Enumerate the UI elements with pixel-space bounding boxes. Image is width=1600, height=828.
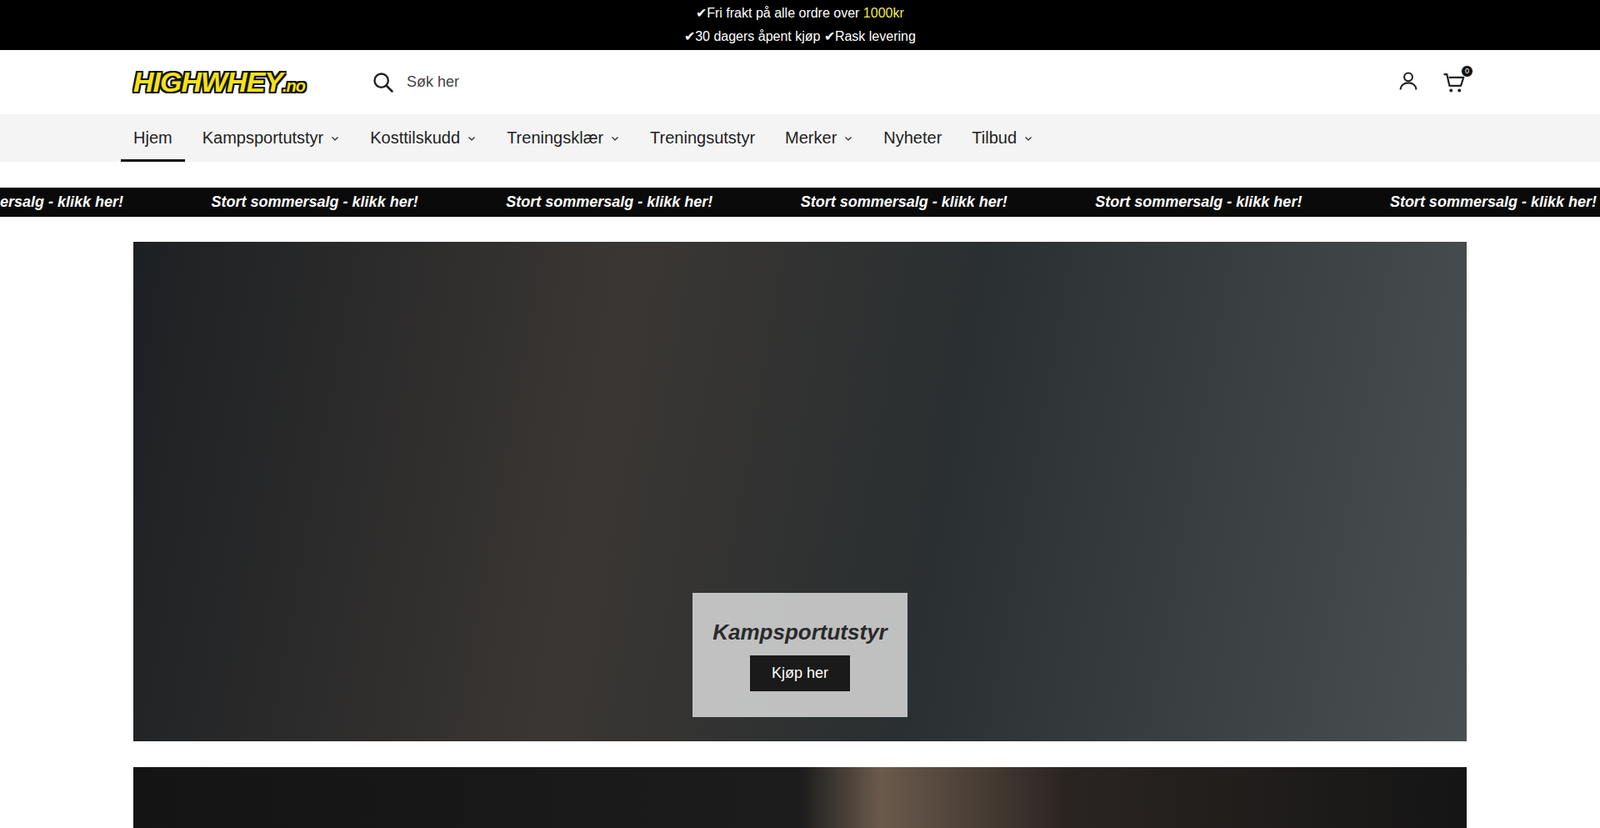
nav-kind	[330, 133, 340, 144]
nav-kind	[610, 133, 620, 144]
cart-button[interactable]: 0	[1441, 70, 1467, 95]
chevron-down-icon	[466, 133, 477, 144]
logo-suffix: .no	[282, 76, 305, 95]
nav-item[interactable]: Kampsportutstyr	[190, 114, 354, 162]
hero-caption: Kampsportutstyr Kjøp her	[692, 592, 908, 717]
nav-item[interactable]: Nyheter	[870, 114, 955, 162]
cart-count-badge: 0	[1460, 65, 1474, 78]
hero-banner: Kampsportutstyr Kjøp her	[133, 241, 1467, 741]
second-banner	[133, 766, 1467, 828]
search-icon	[371, 70, 395, 95]
nav-label: Tilbud	[971, 128, 1017, 148]
chevron-down-icon	[843, 133, 854, 144]
nav-kind	[1023, 133, 1034, 144]
nav-kind	[466, 133, 477, 144]
nav-item[interactable]: Kosttilskudd	[357, 114, 490, 162]
marquee-item[interactable]: ersalg - klikk her!	[0, 193, 124, 211]
nav-item[interactable]: Tilbud	[959, 114, 1046, 162]
marquee-item[interactable]: Stort sommersalg - klikk her!	[211, 193, 419, 211]
chevron-down-icon	[1023, 133, 1034, 144]
marquee-item[interactable]: Stort sommersalg - klikk her!	[1390, 193, 1597, 211]
announcement-line: ✔Fri frakt på alle ordre over 1000kr	[695, 1, 905, 25]
logo[interactable]: HIGHWHEY.no	[133, 65, 342, 99]
promo-marquee[interactable]: ersalg - klikk her! Stort sommersalg - kl…	[0, 187, 1600, 217]
nav-label: Treningsutstyr	[650, 128, 755, 148]
chevron-down-icon	[610, 133, 620, 144]
nav-item[interactable]: Treningsklær	[494, 114, 633, 162]
header-icons: 0	[1396, 69, 1467, 96]
nav-kind	[843, 133, 854, 144]
marquee-item[interactable]: Stort sommersalg - klikk her!	[505, 193, 713, 211]
nav-list: Hjem Kampsportutstyr Kosttilskudd Treningsk…	[0, 114, 1600, 162]
user-icon	[1396, 69, 1420, 93]
nav-label: Hjem	[133, 128, 173, 148]
account-button[interactable]	[1396, 69, 1420, 96]
announcement-line: ✔30 dagers åpent kjøp ✔Rask levering	[684, 25, 916, 49]
logo-text: HIGHWHEY	[133, 65, 283, 98]
nav-label: Kampsportutstyr	[202, 128, 325, 148]
nav-item[interactable]: Merker	[772, 114, 866, 162]
nav-label: Merker	[785, 128, 837, 148]
nav-item[interactable]: Hjem	[120, 114, 185, 162]
marquee-item[interactable]: Stort sommersalg - klikk her!	[800, 193, 1008, 211]
search-input[interactable]	[406, 68, 1380, 96]
announcement-bar: ✔Fri frakt på alle ordre over 1000kr ✔30 …	[0, 0, 1600, 50]
nav-label: Nyheter	[883, 128, 942, 148]
nav-item[interactable]: Treningsutstyr	[637, 114, 768, 162]
shop-button[interactable]: Kjøp her	[750, 655, 850, 691]
search-bar	[371, 68, 1380, 96]
announcement-text: ✔Fri frakt på alle ordre over	[695, 5, 864, 20]
hero-title: Kampsportutstyr	[712, 619, 887, 645]
main-nav: Hjem Kampsportutstyr Kosttilskudd Treningsk…	[0, 114, 1600, 162]
marquee-item[interactable]: Stort sommersalg - klikk her!	[1095, 193, 1302, 211]
nav-label: Treningsklær	[506, 128, 604, 148]
chevron-down-icon	[330, 133, 340, 144]
header: HIGHWHEY.no 0	[0, 50, 1600, 115]
nav-label: Kosttilskudd	[370, 128, 460, 148]
announcement-text: 1000kr	[863, 5, 905, 20]
announcement-text: ✔30 dagers åpent kjøp ✔Rask levering	[684, 29, 916, 44]
